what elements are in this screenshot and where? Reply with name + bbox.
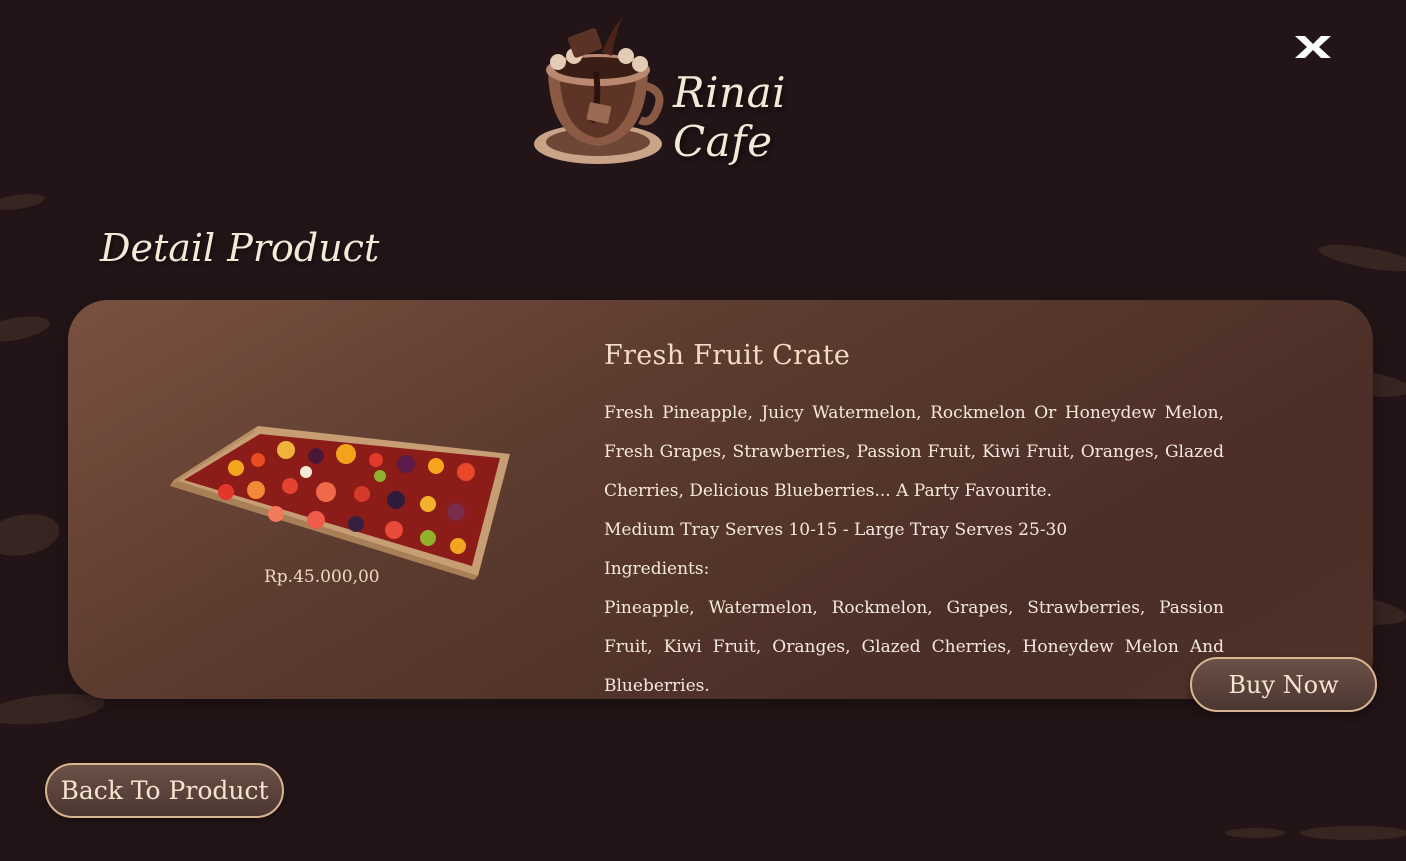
background-bean (0, 508, 63, 562)
close-button[interactable] (1293, 33, 1333, 61)
close-icon (1295, 36, 1331, 58)
product-serving: Medium Tray Serves 10-15 - Large Tray Se… (604, 520, 1068, 540)
ingredients-label: Ingredients: (604, 559, 710, 579)
brand-name: Rinai Cafe (673, 68, 787, 166)
product-card: Rp.45.000,00 Fresh Fruit Crate Fresh Pin… (68, 300, 1373, 699)
product-description-block: Fresh Pineapple, Juicy Watermelon, Rockm… (604, 394, 1224, 706)
product-price: Rp.45.000,00 (264, 567, 380, 587)
back-to-product-button[interactable]: Back To Product (45, 763, 284, 818)
buy-now-button[interactable]: Buy Now (1190, 657, 1377, 712)
background-bean (1317, 239, 1406, 277)
product-description: Fresh Pineapple, Juicy Watermelon, Rockm… (604, 403, 1224, 501)
page-title: Detail Product (100, 226, 380, 270)
background-bean (1300, 826, 1406, 840)
background-bean (0, 312, 52, 346)
background-bean (1225, 828, 1285, 838)
product-ingredients: Pineapple, Watermelon, Rockmelon, Grapes… (604, 598, 1224, 696)
product-image (170, 426, 510, 580)
product-name: Fresh Fruit Crate (604, 340, 851, 371)
coffee-cup-logo-icon (534, 18, 664, 164)
background-bean (0, 191, 46, 213)
brand-logo[interactable]: Rinai Cafe (530, 12, 870, 172)
